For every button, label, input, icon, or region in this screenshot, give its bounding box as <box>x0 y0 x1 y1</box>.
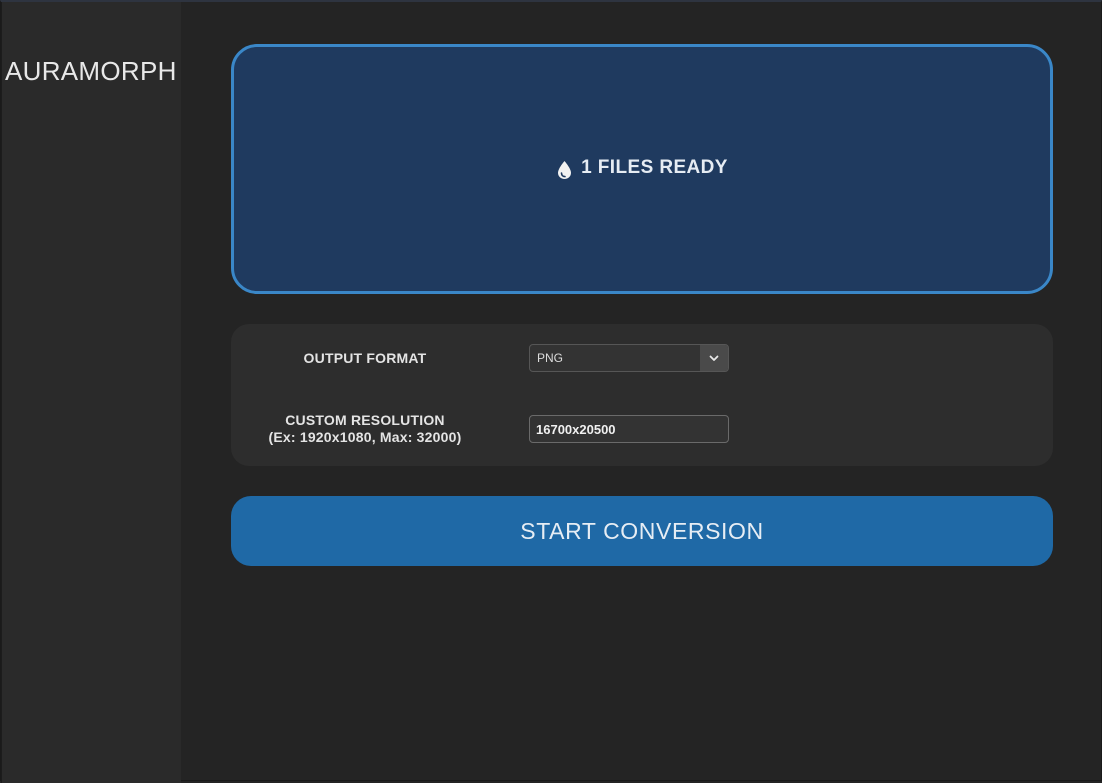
custom-resolution-label: CUSTOM RESOLUTION (Ex: 1920x1080, Max: 3… <box>231 412 499 446</box>
output-format-label: OUTPUT FORMAT <box>303 350 427 366</box>
drop-zone-content: 1 FILES READY <box>556 156 728 180</box>
sidebar: AURAMORPH <box>1 2 181 783</box>
chevron-down-icon[interactable] <box>700 345 728 371</box>
files-ready-status: 1 FILES READY <box>581 157 728 178</box>
output-format-value: PNG <box>537 351 564 365</box>
settings-panel: OUTPUT FORMAT PNG CUSTOM RESOLUTION (Ex:… <box>231 324 1053 466</box>
start-conversion-button[interactable]: START CONVERSION <box>231 496 1053 566</box>
app-window: AURAMORPH 1 FILES READY OUTPUT FORMAT PN… <box>0 0 1102 783</box>
file-drop-zone[interactable]: 1 FILES READY <box>231 44 1053 294</box>
custom-resolution-input[interactable] <box>529 415 729 443</box>
output-format-select[interactable]: PNG <box>529 344 729 372</box>
droplet-icon <box>556 160 573 180</box>
custom-resolution-label-title: CUSTOM RESOLUTION <box>285 412 445 428</box>
custom-resolution-label-hint: (Ex: 1920x1080, Max: 32000) <box>268 429 462 445</box>
app-title: AURAMORPH <box>5 56 177 86</box>
